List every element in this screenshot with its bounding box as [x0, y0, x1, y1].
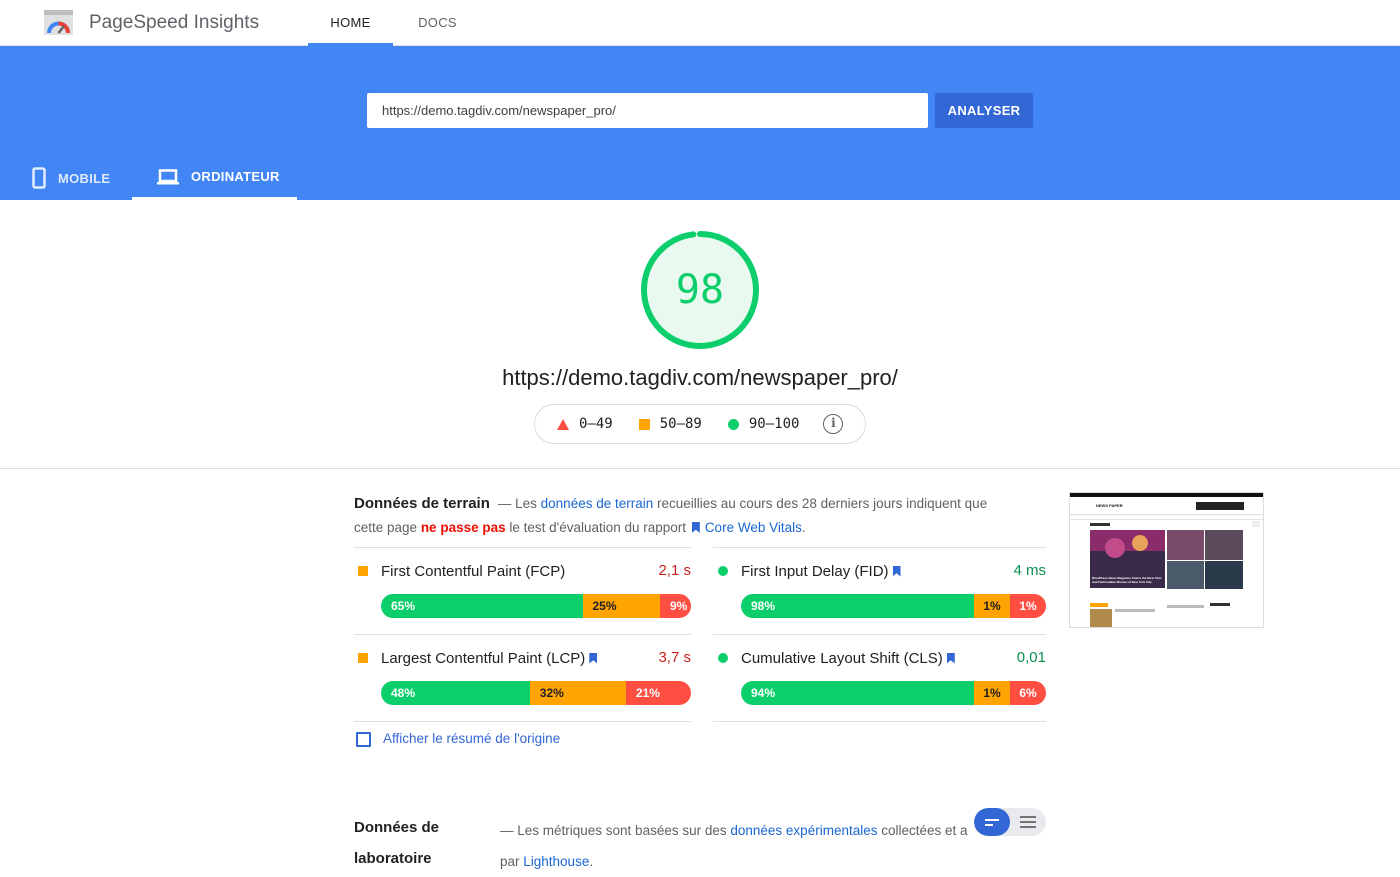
tab-mobile[interactable]: MOBILE — [28, 156, 114, 200]
fail-label: ne passe pas — [420, 520, 506, 535]
metric-divider — [354, 547, 691, 548]
tab-desktop-label: ORDINATEUR — [191, 169, 280, 184]
metric-divider — [713, 547, 1046, 548]
metric-divider — [713, 721, 1046, 722]
performance-score: 98 — [675, 267, 725, 313]
legend-poor-label: 0–49 — [579, 416, 613, 432]
lab-data-text: . — [589, 854, 594, 869]
distribution-average-segment: 1% — [974, 681, 1010, 705]
distribution-average-segment: 25% — [582, 594, 660, 618]
metric-fid-value: 4 ms — [1013, 562, 1046, 579]
analysis-header: ANALYSER MOBILE ORDINATEUR — [0, 46, 1400, 200]
distribution-good-segment: 65% — [381, 594, 583, 618]
legend-good: 90–100 — [727, 416, 800, 432]
metric-lcp-name: Largest Contentful Paint (LCP) — [381, 649, 586, 667]
good-circle-icon — [718, 653, 728, 663]
bar-view-icon[interactable] — [974, 808, 1010, 836]
laptop-icon — [157, 168, 179, 184]
average-square-icon — [358, 566, 368, 576]
distribution-good-segment: 94% — [741, 681, 974, 705]
core-web-vital-bookmark-icon — [892, 565, 901, 577]
square-icon — [638, 418, 650, 430]
distribution-poor-segment: 6% — [1010, 681, 1046, 705]
legend-good-label: 90–100 — [748, 416, 800, 432]
list-view-icon[interactable] — [1010, 808, 1046, 836]
distribution-poor-segment: 9% — [660, 594, 691, 618]
core-web-vital-bookmark-icon — [589, 652, 598, 664]
distribution-good-segment: 48% — [381, 681, 530, 705]
metric-cls: Cumulative Layout Shift (CLS) 0,01 94% 1… — [718, 646, 1046, 708]
metric-fcp-value: 2,1 s — [658, 562, 691, 579]
thumbnail-headline: WordPress News Magazine Charts the Most … — [1092, 576, 1162, 584]
legend-average-label: 50–89 — [659, 416, 702, 432]
thumbnail-image — [1070, 493, 1263, 627]
distribution-poor-segment: 21% — [625, 681, 691, 705]
good-circle-icon — [718, 566, 728, 576]
lighthouse-link[interactable]: Lighthouse — [523, 854, 589, 869]
info-icon[interactable]: i — [823, 414, 844, 434]
legend-average: 50–89 — [638, 416, 702, 432]
metric-cls-header: Cumulative Layout Shift (CLS) 0,01 — [718, 646, 1046, 670]
metric-lcp-value: 3,7 s — [658, 649, 691, 666]
metric-fid-distribution: 98% 1% 1% — [741, 594, 1046, 618]
metric-lcp: Largest Contentful Paint (LCP) 3,7 s 48%… — [358, 646, 691, 708]
analyzed-url: https://demo.tagdiv.com/newspaper_pro/ — [502, 365, 898, 390]
field-data-text: — Les — [497, 496, 541, 511]
legend-poor: 0–49 — [557, 416, 613, 432]
origin-summary-label[interactable]: Afficher le résumé de l'origine — [383, 731, 560, 746]
metric-lcp-distribution: 48% 32% 21% — [381, 681, 691, 705]
smartphone-icon — [32, 167, 46, 189]
distribution-good-segment: 98% — [741, 594, 974, 618]
metric-fcp-distribution: 65% 25% 9% — [381, 594, 691, 618]
lab-data-link[interactable]: données expérimentales — [730, 823, 877, 838]
core-web-vital-bookmark-icon — [946, 652, 955, 664]
app-title: PageSpeed Insights — [89, 12, 260, 33]
lab-data-title: Données de laboratoire — [354, 819, 440, 867]
metric-fcp-header: First Contentful Paint (FCP) 2,1 s — [358, 559, 691, 583]
metric-cls-name: Cumulative Layout Shift (CLS) — [741, 649, 943, 667]
metric-divider — [354, 721, 691, 722]
metric-divider — [713, 634, 1046, 635]
circle-icon — [727, 418, 739, 430]
core-web-vitals-link[interactable]: Core Web Vitals — [705, 520, 802, 535]
metric-divider — [354, 634, 691, 635]
origin-summary-checkbox[interactable] — [356, 732, 371, 747]
tab-mobile-label: MOBILE — [58, 170, 111, 186]
field-data-title: Données de terrain — [354, 495, 490, 512]
thumbnail-site-name: NEWS PAPER — [1096, 503, 1123, 508]
lab-data-text: par — [500, 854, 524, 869]
bookmark-icon — [691, 522, 700, 533]
divider — [0, 468, 1400, 469]
distribution-average-segment: 32% — [529, 681, 626, 705]
lab-data-text: — Les métriques sont basées sur des — [500, 823, 731, 838]
metric-fid-header: First Input Delay (FID) 4 ms — [718, 559, 1046, 583]
metric-fcp-name: First Contentful Paint (FCP) — [381, 562, 566, 580]
metric-fid: First Input Delay (FID) 4 ms 98% 1% 1% — [718, 559, 1046, 621]
tab-home[interactable]: HOME — [308, 0, 393, 46]
field-data-text: . — [801, 520, 806, 535]
top-bar: PageSpeed Insights HOME DOCS — [0, 0, 1400, 46]
metric-fcp: First Contentful Paint (FCP) 2,1 s 65% 2… — [358, 559, 691, 621]
score-legend: 0–49 50–89 90–100 i — [534, 404, 866, 444]
metric-cls-value: 0,01 — [1016, 649, 1046, 666]
field-data-link[interactable]: données de terrain — [541, 496, 654, 511]
pagespeed-logo-icon[interactable] — [44, 10, 73, 35]
field-data-description: Données de terrain — Les données de terra… — [354, 492, 1014, 540]
lab-data-description: — Les métriques sont basées sur des donn… — [500, 815, 980, 877]
distribution-average-segment: 1% — [974, 594, 1010, 618]
tab-docs[interactable]: DOCS — [395, 0, 480, 46]
page-screenshot-thumbnail: NEWS PAPER WordPress News Magazine Chart… — [1069, 492, 1264, 628]
lab-data-text: collectées et a — [877, 823, 968, 838]
view-toggle[interactable] — [974, 808, 1046, 836]
metric-lcp-header: Largest Contentful Paint (LCP) 3,7 s — [358, 646, 691, 670]
metric-cls-distribution: 94% 1% 6% — [741, 681, 1046, 705]
triangle-icon — [557, 418, 569, 430]
analyze-button[interactable]: ANALYSER — [935, 93, 1033, 128]
url-input[interactable] — [367, 93, 928, 128]
metric-fid-name: First Input Delay (FID) — [741, 562, 889, 580]
average-square-icon — [358, 653, 368, 663]
distribution-poor-segment: 1% — [1010, 594, 1046, 618]
tab-desktop[interactable]: ORDINATEUR — [132, 156, 297, 200]
field-data-text: le test d'évaluation du rapport — [505, 520, 690, 535]
